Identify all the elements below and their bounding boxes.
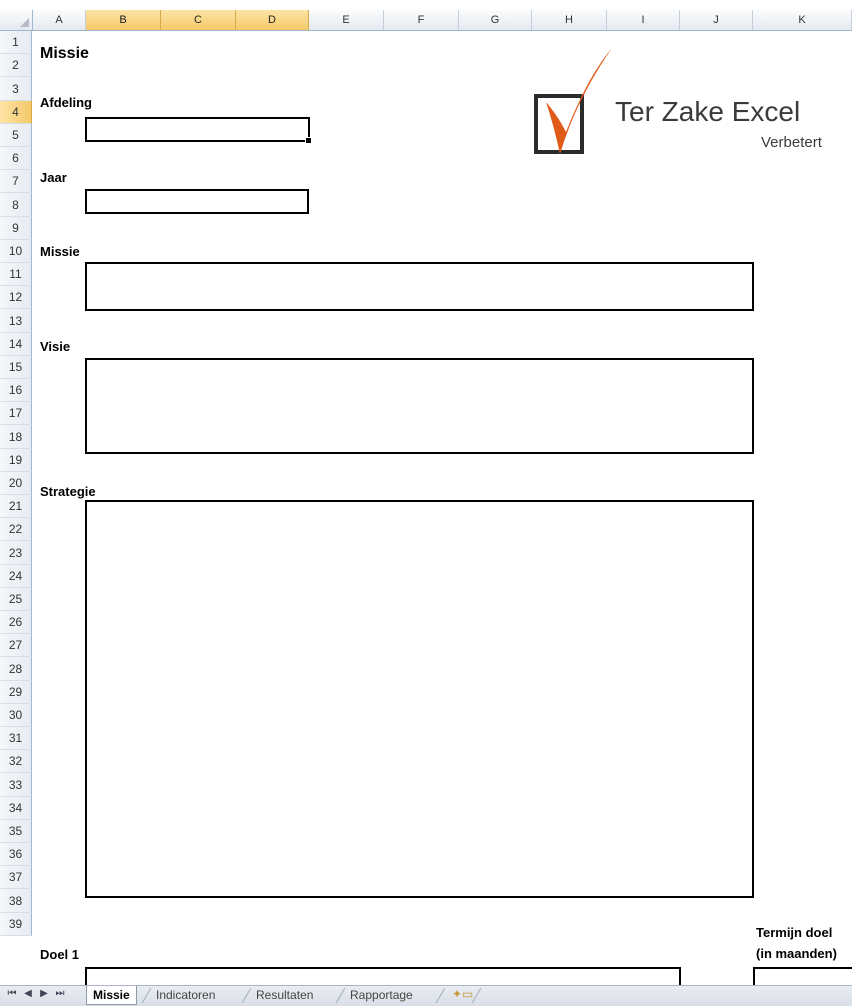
column-header-a[interactable]: A <box>33 10 86 30</box>
row-header-33[interactable]: 33 <box>0 773 32 797</box>
column-header-b[interactable]: B <box>86 10 161 30</box>
column-header-h[interactable]: H <box>532 10 607 30</box>
strategie-input[interactable] <box>85 500 754 898</box>
row-header-24[interactable]: 24 <box>0 565 32 588</box>
row-header-13[interactable]: 13 <box>0 309 32 333</box>
last-sheet-icon[interactable]: ⏭ <box>54 988 66 999</box>
row-header-3[interactable]: 3 <box>0 77 32 101</box>
column-header-f[interactable]: F <box>384 10 459 30</box>
logo-name: Ter Zake Excel <box>615 96 801 127</box>
row-header-29[interactable]: 29 <box>0 681 32 704</box>
row-header-10[interactable]: 10 <box>0 240 32 263</box>
row-header-17[interactable]: 17 <box>0 402 32 425</box>
column-header-i[interactable]: I <box>607 10 680 30</box>
row-header-9[interactable]: 9 <box>0 217 32 240</box>
row-header-22[interactable]: 22 <box>0 518 32 541</box>
sheet-tab-bar: ⏮ ◀ ▶ ⏭ Missie Indicatoren Resultaten Ra… <box>0 985 852 1006</box>
row-header-14[interactable]: 14 <box>0 333 32 356</box>
afdeling-label: Afdeling <box>40 95 92 110</box>
row-header-5[interactable]: 5 <box>0 124 32 147</box>
tab-resultaten[interactable]: Resultaten <box>250 986 319 1004</box>
row-header-16[interactable]: 16 <box>0 379 32 402</box>
visie-input[interactable] <box>85 358 754 454</box>
row-header-19[interactable]: 19 <box>0 449 32 472</box>
column-header-bar: A B C D E F G H I J K <box>0 10 852 31</box>
row-header-36[interactable]: 36 <box>0 843 32 866</box>
column-header-g[interactable]: G <box>459 10 532 30</box>
tab-missie[interactable]: Missie <box>86 986 137 1005</box>
visie-label: Visie <box>40 339 71 354</box>
row-header-39[interactable]: 39 <box>0 913 32 936</box>
row-header-25[interactable]: 25 <box>0 588 32 611</box>
row-header-27[interactable]: 27 <box>0 634 32 657</box>
strategie-label: Strategie <box>40 484 96 499</box>
row-header-7[interactable]: 7 <box>0 170 32 193</box>
row-header-12[interactable]: 12 <box>0 286 32 309</box>
row-header-11[interactable]: 11 <box>0 263 32 286</box>
row-header-21[interactable]: 21 <box>0 495 32 518</box>
tab-divider <box>435 988 446 1003</box>
sheet-title: Missie <box>40 45 89 62</box>
jaar-label: Jaar <box>40 170 67 185</box>
column-header-j[interactable]: J <box>680 10 753 30</box>
row-header-34[interactable]: 34 <box>0 797 32 820</box>
tab-indicatoren[interactable]: Indicatoren <box>150 986 221 1004</box>
column-header-c[interactable]: C <box>161 10 236 30</box>
active-cell-selection[interactable] <box>85 117 312 144</box>
row-header-31[interactable]: 31 <box>0 727 32 750</box>
column-header-d[interactable]: D <box>236 10 309 30</box>
termijn-label-line1: Termijn doel <box>756 925 833 940</box>
row-header-6[interactable]: 6 <box>0 147 32 170</box>
row-header-8[interactable]: 8 <box>0 193 32 217</box>
insert-sheet-icon[interactable]: ✦▭ <box>452 987 473 1001</box>
jaar-input[interactable] <box>85 189 309 214</box>
column-header-k[interactable]: K <box>753 10 852 30</box>
column-header-e[interactable]: E <box>309 10 384 30</box>
missie-label: Missie <box>40 244 80 259</box>
row-header-28[interactable]: 28 <box>0 657 32 681</box>
row-header-4[interactable]: 4 <box>0 101 32 124</box>
next-sheet-icon[interactable]: ▶ <box>38 988 50 999</box>
row-header-18[interactable]: 18 <box>0 425 32 449</box>
row-header-15[interactable]: 15 <box>0 356 32 379</box>
logo-tagline: Verbetert <box>761 134 822 151</box>
row-header-37[interactable]: 37 <box>0 866 32 889</box>
select-all-icon <box>20 18 29 27</box>
termijn-label-line2: (in maanden) <box>756 946 837 961</box>
row-header-1[interactable]: 1 <box>0 31 32 54</box>
tab-rapportage[interactable]: Rapportage <box>344 986 419 1004</box>
first-sheet-icon[interactable]: ⏮ <box>6 988 18 999</box>
missie-input[interactable] <box>85 262 754 311</box>
row-header-26[interactable]: 26 <box>0 611 32 634</box>
row-header-2[interactable]: 2 <box>0 54 32 77</box>
prev-sheet-icon[interactable]: ◀ <box>22 988 34 999</box>
ter-zake-checkmark-logo <box>534 48 612 154</box>
select-all-corner[interactable] <box>0 10 33 30</box>
doel1-label: Doel 1 <box>40 947 80 962</box>
row-header-23[interactable]: 23 <box>0 541 32 565</box>
row-header-35[interactable]: 35 <box>0 820 32 843</box>
fill-handle[interactable] <box>305 137 312 144</box>
row-header-38[interactable]: 38 <box>0 889 32 913</box>
row-header-20[interactable]: 20 <box>0 472 32 495</box>
row-header-32[interactable]: 32 <box>0 750 32 773</box>
row-header-30[interactable]: 30 <box>0 704 32 727</box>
